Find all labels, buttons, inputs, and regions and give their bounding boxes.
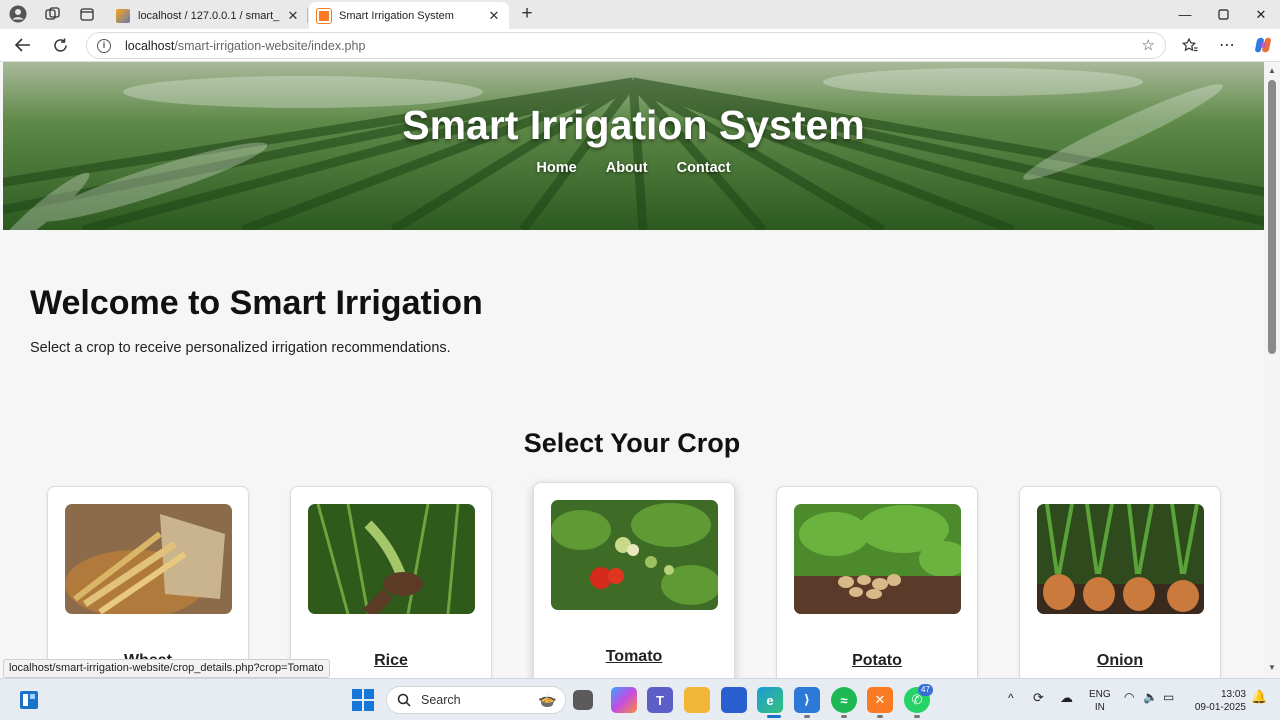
close-tab-icon[interactable]: ✕ bbox=[487, 8, 501, 24]
potato-image bbox=[794, 504, 961, 614]
crop-name[interactable]: Tomato bbox=[534, 648, 734, 666]
onion-image bbox=[1037, 504, 1204, 614]
wifi-icon[interactable]: ◠ bbox=[1124, 691, 1134, 704]
sync-icon[interactable]: ⟳ bbox=[1033, 691, 1044, 704]
close-window-button[interactable]: ✕ bbox=[1242, 0, 1280, 29]
crop-name[interactable]: Onion bbox=[1020, 652, 1220, 670]
store-icon[interactable] bbox=[721, 687, 747, 713]
crop-card-wheat[interactable]: Wheat bbox=[47, 486, 249, 678]
favorite-star-icon[interactable]: ☆ bbox=[1142, 36, 1155, 54]
rice-image bbox=[308, 504, 475, 614]
phpmyadmin-favicon-icon bbox=[116, 8, 130, 23]
xampp-icon[interactable]: ✕ bbox=[867, 687, 893, 713]
notification-bell-icon[interactable]: 🔔 bbox=[1251, 690, 1267, 703]
onedrive-icon[interactable]: ☁ bbox=[1060, 691, 1073, 704]
show-hidden-icons-chevron-icon[interactable]: ^ bbox=[1008, 692, 1014, 705]
tab-smart-irrigation[interactable]: Smart Irrigation System ✕ bbox=[309, 2, 509, 29]
new-tab-button[interactable]: + bbox=[516, 3, 538, 25]
tab-actions-icon[interactable] bbox=[75, 3, 99, 25]
vscode-running-indicator bbox=[804, 715, 810, 718]
tab-title: Smart Irrigation System bbox=[339, 9, 454, 22]
tab-title: localhost / 127.0.0.1 / smart_irriga bbox=[138, 9, 280, 22]
nav-contact-link[interactable]: Contact bbox=[677, 160, 731, 176]
url-host: localhost bbox=[125, 38, 175, 53]
main-nav: Home About Contact bbox=[3, 160, 1264, 176]
language-indicator[interactable]: ENG IN bbox=[1089, 688, 1111, 714]
vscode-icon[interactable]: ⟩ bbox=[794, 687, 820, 713]
spotify-running-indicator bbox=[841, 715, 847, 718]
clock[interactable]: 13:03 09-01-2025 bbox=[1190, 688, 1246, 714]
wheat-image bbox=[65, 504, 232, 614]
maximize-button[interactable] bbox=[1204, 0, 1242, 29]
clock-time: 13:03 bbox=[1220, 689, 1246, 700]
lang-bottom: IN bbox=[1094, 702, 1105, 713]
search-highlight-icon: 🍲 bbox=[538, 692, 557, 709]
link-hover-status: localhost/smart-irrigation-website/crop_… bbox=[3, 659, 330, 678]
search-placeholder: Search bbox=[421, 693, 461, 707]
nav-home-link[interactable]: Home bbox=[536, 160, 576, 176]
crop-card-rice[interactable]: Rice bbox=[290, 486, 492, 678]
clock-date: 09-01-2025 bbox=[1194, 702, 1246, 713]
more-options-icon[interactable]: ⋯ bbox=[1214, 33, 1240, 57]
url-bar[interactable]: i localhost/smart-irrigation-website/ind… bbox=[86, 32, 1166, 59]
back-icon[interactable] bbox=[10, 33, 36, 57]
search-icon bbox=[397, 693, 411, 707]
close-tab-icon[interactable]: ✕ bbox=[286, 8, 300, 24]
spotify-icon[interactable]: ≈ bbox=[831, 687, 857, 713]
welcome-heading: Welcome to Smart Irrigation bbox=[30, 284, 483, 322]
whatsapp-running-indicator bbox=[914, 715, 920, 718]
url-path: /smart-irrigation-website/index.php bbox=[174, 38, 366, 53]
page-viewport: Smart Irrigation System Home About Conta… bbox=[0, 62, 1264, 678]
whatsapp-badge: 47 bbox=[918, 684, 933, 696]
battery-icon[interactable]: ▭ bbox=[1163, 691, 1174, 704]
windows-taskbar: Search 🍲 T e ⟩ ≈ ✕ ✆ 47 ^ ⟳ ☁ ENG IN ◠ 🔈… bbox=[0, 678, 1280, 720]
address-toolbar: i localhost/smart-irrigation-website/ind… bbox=[0, 29, 1280, 62]
tab-phpmyadmin[interactable]: localhost / 127.0.0.1 / smart_irriga ✕ bbox=[108, 2, 308, 29]
minimize-button[interactable]: — bbox=[1166, 0, 1204, 29]
scroll-up-icon[interactable]: ▲ bbox=[1267, 66, 1277, 76]
edge-icon[interactable]: e bbox=[757, 687, 783, 713]
nav-about-link[interactable]: About bbox=[606, 160, 648, 176]
file-explorer-icon[interactable] bbox=[684, 687, 710, 713]
scroll-down-icon[interactable]: ▼ bbox=[1267, 663, 1277, 673]
volume-icon[interactable]: 🔈 bbox=[1143, 691, 1158, 704]
crop-name[interactable]: Potato bbox=[777, 652, 977, 670]
crop-section-heading: Select Your Crop bbox=[523, 428, 741, 458]
browser-tab-bar: localhost / 127.0.0.1 / smart_irriga ✕ S… bbox=[0, 0, 1280, 29]
workspaces-icon[interactable] bbox=[40, 3, 64, 25]
site-info-icon[interactable]: i bbox=[97, 38, 111, 53]
scrollbar-thumb[interactable] bbox=[1268, 80, 1276, 354]
edge-active-indicator bbox=[767, 715, 781, 718]
widgets-icon[interactable] bbox=[16, 687, 42, 713]
tomato-image bbox=[551, 500, 718, 610]
favorites-icon[interactable] bbox=[1177, 33, 1203, 57]
start-icon[interactable] bbox=[350, 687, 376, 713]
xampp-favicon-icon bbox=[316, 7, 332, 24]
profile-icon[interactable] bbox=[6, 3, 30, 25]
xampp-running-indicator bbox=[877, 715, 883, 718]
welcome-subtitle: Select a crop to receive personalized ir… bbox=[30, 340, 451, 356]
copilot-app-icon[interactable] bbox=[611, 687, 637, 713]
site-title: Smart Irrigation System bbox=[402, 102, 865, 148]
refresh-icon[interactable] bbox=[47, 33, 73, 57]
teams-icon[interactable]: T bbox=[647, 687, 673, 713]
task-view-icon[interactable] bbox=[573, 690, 593, 710]
lang-top: ENG bbox=[1089, 689, 1111, 700]
crop-card-tomato[interactable]: Tomato bbox=[533, 482, 735, 678]
copilot-icon[interactable] bbox=[1250, 33, 1276, 57]
page-scrollbar[interactable]: ▲ ▼ bbox=[1264, 62, 1280, 678]
crop-card-onion[interactable]: Onion bbox=[1019, 486, 1221, 678]
crop-card-potato[interactable]: Potato bbox=[776, 486, 978, 678]
taskbar-search[interactable]: Search 🍲 bbox=[386, 686, 566, 714]
hero-banner: Smart Irrigation System Home About Conta… bbox=[3, 62, 1264, 230]
